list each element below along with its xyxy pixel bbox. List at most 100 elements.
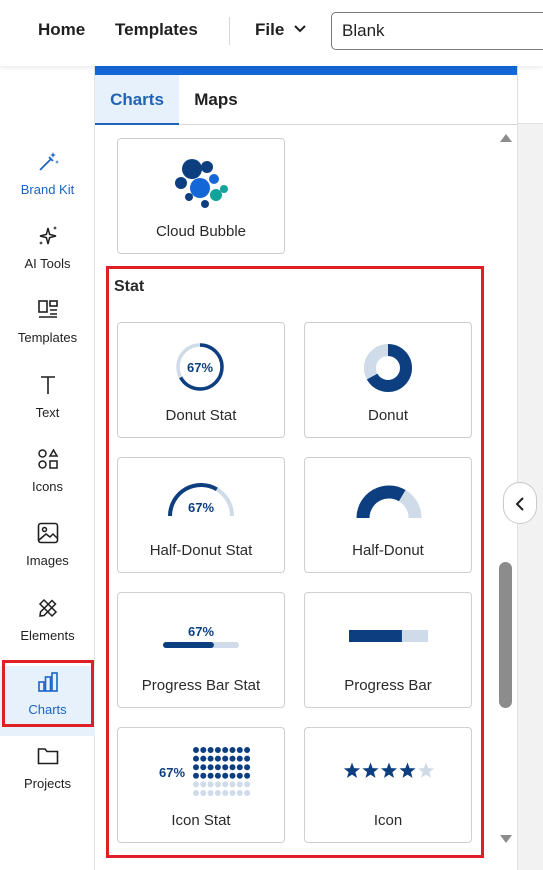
donut-stat-thumbnail: 67% — [176, 343, 224, 391]
rail-item-ai-tools[interactable]: AI Tools — [0, 220, 95, 290]
icon-stat-dot — [229, 764, 236, 771]
file-label: File — [255, 20, 285, 39]
chevron-left-icon — [515, 497, 524, 511]
pencil-ruler-icon — [38, 598, 58, 618]
icon-stat-dot — [229, 755, 236, 762]
icon-stat-dot — [236, 755, 243, 762]
icon-stat-dot — [222, 772, 229, 779]
scroll-down-arrow-icon[interactable] — [499, 833, 513, 845]
chart-gallery: Cloud Bubble Stat 67% Donut Stat Donut 6… — [95, 126, 517, 870]
icon-rating-thumbnail — [343, 762, 435, 778]
icon-stat-dot — [193, 772, 199, 779]
icon-stat-dot — [222, 747, 229, 753]
rail-label: Elements — [20, 628, 75, 643]
canvas-edge-header — [518, 66, 543, 124]
chart-card-donut-stat[interactable]: 67% Donut Stat — [117, 322, 285, 438]
chart-card-half-donut[interactable]: Half-Donut — [304, 457, 472, 573]
rail-label: Icons — [31, 479, 64, 494]
layout-icon — [38, 300, 58, 318]
sparkles-icon — [39, 226, 57, 245]
left-rail: Brand Kit AI Tools Templates Text Icons — [0, 66, 95, 870]
scrollbar-thumb[interactable] — [499, 562, 512, 708]
star-icon — [399, 762, 416, 778]
icon-stat-dot — [207, 747, 214, 753]
icon-stat-dot — [214, 781, 221, 788]
panel-tabs: Charts Maps — [95, 75, 517, 125]
templates-link[interactable]: Templates — [115, 20, 198, 40]
icon-stat-dot — [222, 755, 229, 762]
icon-stat-dot — [222, 764, 229, 771]
icon-stat-dot — [222, 790, 229, 796]
star-icon — [362, 762, 379, 778]
stat-value-text: 67% — [159, 765, 185, 780]
rail-item-elements[interactable]: Elements — [0, 592, 95, 662]
collapse-panel-button[interactable] — [503, 482, 537, 524]
icon-stat-dot — [229, 747, 236, 753]
icon-stat-dot — [244, 764, 251, 771]
half-donut-stat-thumbnail: 67% — [168, 483, 234, 517]
chevron-down-icon — [294, 25, 306, 33]
chart-card-label: Icon Stat — [171, 812, 231, 829]
icon-stat-dot — [193, 747, 199, 753]
rail-label: Images — [26, 553, 69, 568]
magic-wand-icon — [39, 152, 59, 171]
icon-stat-dot — [200, 790, 207, 796]
chart-card-label: Half-Donut Stat — [149, 542, 253, 559]
chart-card-label: Donut — [367, 407, 409, 424]
icon-stat-dot — [207, 781, 214, 788]
donut-thumbnail — [364, 344, 412, 392]
rail-item-templates[interactable]: Templates — [0, 294, 95, 364]
half-donut-thumbnail — [356, 485, 422, 519]
icon-stat-dot — [207, 764, 214, 771]
rail-item-charts[interactable]: Charts — [0, 666, 95, 736]
icon-stat-dot — [229, 772, 236, 779]
star-icon — [343, 762, 361, 778]
file-menu[interactable]: File — [255, 20, 306, 40]
star-icon — [417, 762, 435, 778]
rail-item-icons[interactable]: Icons — [0, 443, 95, 513]
tab-charts[interactable]: Charts — [95, 75, 179, 125]
chart-card-half-donut-stat[interactable]: 67% Half-Donut Stat — [117, 457, 285, 573]
icon-stat-dot — [229, 781, 236, 788]
top-bar: Home Templates File — [0, 0, 543, 66]
icon-stat-dot — [236, 772, 243, 779]
rail-item-images[interactable]: Images — [0, 517, 95, 587]
scroll-up-arrow-icon[interactable] — [499, 132, 513, 144]
rail-label: Text — [35, 405, 60, 420]
icon-stat-dot — [244, 772, 251, 779]
icon-stat-dot — [200, 772, 207, 779]
image-icon — [37, 522, 59, 544]
icon-stat-dot — [222, 781, 229, 788]
icon-stat-dot — [244, 755, 251, 762]
chart-card-cloud-bubble[interactable]: Cloud Bubble — [117, 138, 285, 254]
rail-label: Templates — [17, 330, 78, 345]
icon-stat-dot — [200, 755, 207, 762]
chart-card-icon[interactable]: Icon — [304, 727, 472, 843]
icon-stat-dot — [207, 772, 214, 779]
rail-label: Charts — [28, 702, 67, 717]
chart-card-progress-bar-stat[interactable]: 67% Progress Bar Stat — [117, 592, 285, 708]
chart-card-label: Cloud Bubble — [155, 223, 247, 240]
document-title-input[interactable] — [331, 12, 543, 50]
tab-maps[interactable]: Maps — [179, 75, 253, 125]
chart-card-label: Half-Donut — [352, 542, 424, 559]
icon-stat-dot — [244, 790, 251, 796]
home-link[interactable]: Home — [38, 20, 85, 40]
rail-item-projects[interactable]: Projects — [0, 740, 95, 810]
chart-card-label: Donut Stat — [165, 407, 237, 424]
chart-card-icon-stat[interactable]: 67% Icon Stat — [117, 727, 285, 843]
progress-bar-stat-thumbnail: 67% — [163, 624, 239, 648]
icon-stat-dot — [236, 781, 243, 788]
icon-stat-dot — [200, 764, 207, 771]
rail-item-text[interactable]: Text — [0, 369, 95, 439]
icon-stat-dot — [244, 781, 251, 788]
canvas-edge — [517, 66, 543, 870]
chart-card-progress-bar[interactable]: Progress Bar — [304, 592, 472, 708]
chart-card-donut[interactable]: Donut — [304, 322, 472, 438]
icon-stat-dot — [200, 781, 207, 788]
text-icon — [41, 376, 55, 394]
icon-stat-dot — [193, 790, 199, 796]
icon-stat-dot — [193, 755, 199, 762]
rail-item-brand-kit[interactable]: Brand Kit — [0, 146, 95, 216]
bar-chart-icon — [38, 672, 58, 692]
